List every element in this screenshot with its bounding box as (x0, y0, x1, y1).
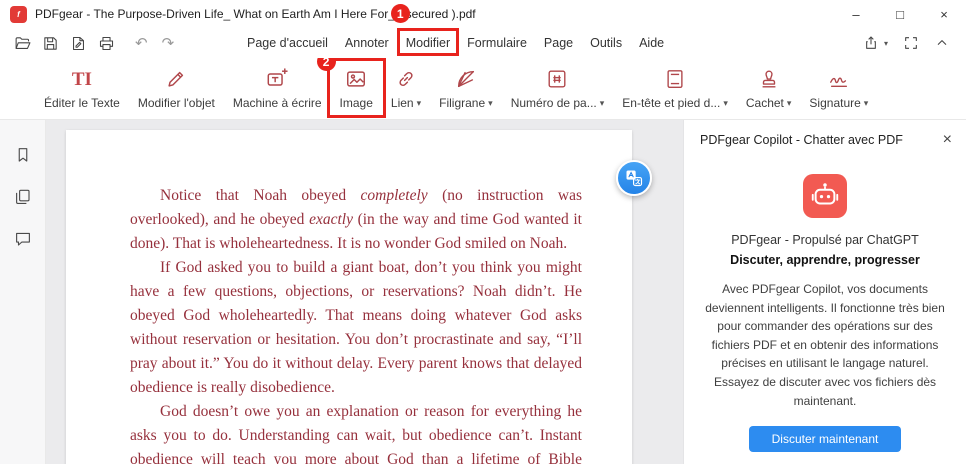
tab-aide[interactable]: Aide (639, 36, 664, 50)
copilot-close-button[interactable]: × (943, 132, 952, 148)
translate-icon (624, 168, 644, 188)
share-dropdown-caret-icon[interactable]: ▾ (884, 39, 888, 48)
edit-ribbon: TI Éditer le Texte Modifier l'objet Mach… (0, 58, 966, 120)
page-thumbnails-button[interactable] (14, 188, 32, 206)
tab-annoter[interactable]: Annoter (345, 36, 389, 50)
typewriter-icon (266, 67, 288, 91)
document-paragraph: God doesn’t owe you an explanation or re… (130, 400, 582, 464)
undo-icon[interactable]: ↶ (135, 36, 148, 51)
edit-text-icon: TI (72, 67, 92, 91)
pdf-page: Notice that Noah obeyed completely (no i… (66, 130, 632, 464)
image-icon (345, 67, 367, 91)
dropdown-caret-icon: ▾ (488, 98, 493, 109)
tab-outils[interactable]: Outils (590, 36, 622, 50)
bookmarks-panel-button[interactable] (14, 146, 32, 164)
tab-modifier[interactable]: Modifier 1 (406, 36, 450, 50)
insert-image-button[interactable]: Image 2 (340, 67, 373, 110)
window-controls: – □ × (834, 0, 966, 28)
tab-page[interactable]: Page (544, 36, 573, 50)
pdf-text: Notice that Noah obeyed completely (no i… (130, 184, 582, 464)
minimize-button[interactable]: – (834, 0, 878, 28)
copilot-tagline: Discuter, apprendre, progresser (730, 253, 920, 267)
link-button[interactable]: Lien▾ (391, 67, 421, 110)
maximize-button[interactable]: □ (878, 0, 922, 28)
menubar: ↶ ↷ Page d'accueil Annoter Modifier 1 Fo… (0, 28, 966, 58)
stamp-button[interactable]: Cachet▾ (746, 67, 792, 110)
copilot-description: Avec PDFgear Copilot, vos documents devi… (700, 280, 950, 410)
pdfgear-logo-icon: f (10, 6, 27, 23)
document-view: Notice that Noah obeyed completely (no i… (46, 120, 683, 464)
copilot-header: PDFgear Copilot - Chatter avec PDF × (684, 120, 966, 154)
page-number-icon (546, 67, 568, 91)
ribbon-label: Machine à écrire (233, 96, 322, 110)
collapse-toolbar-button[interactable] (934, 35, 950, 51)
share-button[interactable] (863, 35, 879, 51)
dropdown-caret-icon: ▾ (864, 98, 869, 109)
edit-object-button[interactable]: Modifier l'objet (138, 67, 215, 110)
copilot-body: PDFgear - Propulsé par ChatGPT Discuter,… (684, 154, 966, 464)
dropdown-caret-icon: ▾ (417, 98, 422, 109)
ribbon-label: Image (340, 96, 373, 110)
ribbon-label: Numéro de pa...▾ (511, 96, 605, 110)
ribbon-label: En-tête et pied d...▾ (622, 96, 728, 110)
ribbon-label: Modifier l'objet (138, 96, 215, 110)
redo-icon[interactable]: ↷ (162, 36, 175, 51)
header-footer-button[interactable]: En-tête et pied d...▾ (622, 67, 728, 110)
tab-modifier-label: Modifier (406, 36, 450, 50)
window-toolbar-right: ▾ (863, 35, 966, 51)
dropdown-caret-icon: ▾ (600, 98, 605, 109)
watermark-icon (455, 67, 477, 91)
edit-text-button[interactable]: TI Éditer le Texte (44, 67, 120, 110)
save-button[interactable] (42, 35, 59, 52)
header-footer-icon (664, 67, 686, 91)
left-sidebar (0, 120, 46, 464)
ribbon-label: Lien▾ (391, 96, 421, 110)
watermark-button[interactable]: Filigrane▾ (439, 67, 493, 110)
stamp-icon (758, 67, 780, 91)
print-button[interactable] (98, 35, 115, 52)
ribbon-label: Signature▾ (809, 96, 868, 110)
open-file-button[interactable] (14, 35, 31, 52)
ribbon-label: Éditer le Texte (44, 96, 120, 110)
save-as-button[interactable] (70, 35, 87, 52)
main-area: Notice that Noah obeyed completely (no i… (0, 120, 966, 464)
close-button[interactable]: × (922, 0, 966, 28)
comments-panel-button[interactable] (14, 230, 32, 248)
fullscreen-button[interactable] (903, 35, 919, 51)
window-title: PDFgear - The Purpose-Driven Life_ What … (35, 7, 476, 21)
signature-button[interactable]: Signature▾ (809, 67, 868, 110)
link-icon (395, 67, 417, 91)
document-paragraph: If God asked you to build a giant boat, … (130, 256, 582, 400)
copilot-robot-icon (803, 174, 847, 218)
main-menu-tabs: Page d'accueil Annoter Modifier 1 Formul… (247, 28, 664, 58)
history-tools: ↶ ↷ (135, 36, 174, 51)
document-paragraph: Notice that Noah obeyed completely (no i… (130, 184, 582, 256)
signature-icon (828, 67, 850, 91)
quick-access-toolbar (0, 35, 115, 52)
ribbon-label: Filigrane▾ (439, 96, 493, 110)
dropdown-caret-icon: ▾ (787, 98, 792, 109)
copilot-panel: PDFgear Copilot - Chatter avec PDF × PDF… (683, 120, 966, 464)
dropdown-caret-icon: ▾ (723, 98, 728, 109)
chat-now-button[interactable]: Discuter maintenant (749, 426, 901, 452)
pencil-icon (165, 67, 187, 91)
copilot-panel-title: PDFgear Copilot - Chatter avec PDF (700, 133, 903, 147)
copilot-brand-text: PDFgear - Propulsé par ChatGPT (731, 233, 919, 247)
titlebar: f PDFgear - The Purpose-Driven Life_ Wha… (0, 0, 966, 28)
ribbon-label: Cachet▾ (746, 96, 792, 110)
tab-formulaire[interactable]: Formulaire (467, 36, 527, 50)
typewriter-button[interactable]: Machine à écrire (233, 67, 322, 110)
translate-button[interactable] (616, 160, 652, 196)
page-number-button[interactable]: Numéro de pa...▾ (511, 67, 605, 110)
tab-page-daccueil[interactable]: Page d'accueil (247, 36, 328, 50)
